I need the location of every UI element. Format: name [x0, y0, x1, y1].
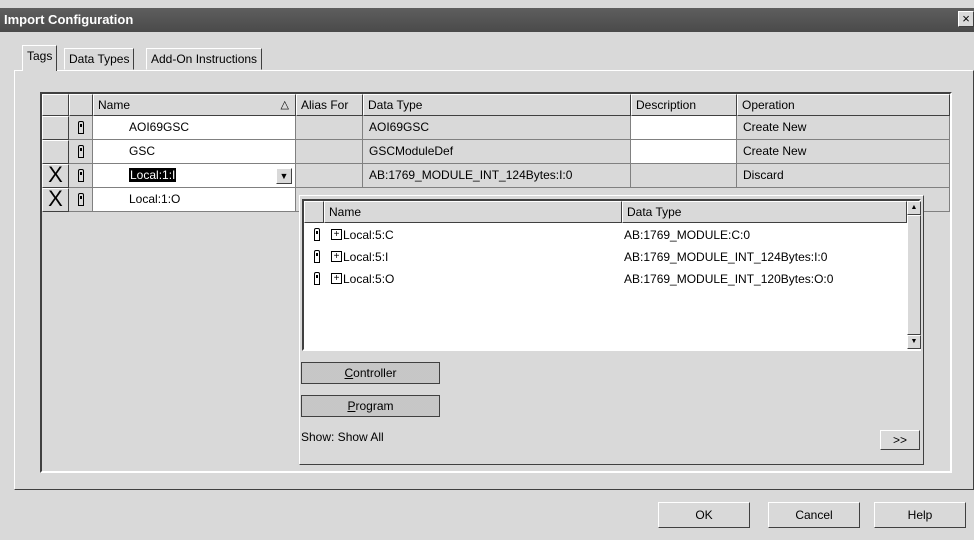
- scroll-down-icon[interactable]: ▼: [907, 335, 921, 349]
- column-header-alias-for[interactable]: Alias For: [296, 94, 363, 116]
- tab-tags[interactable]: Tags: [22, 45, 58, 71]
- popup-column-header-name[interactable]: Name: [324, 201, 622, 223]
- row-operation: Create New: [737, 140, 950, 164]
- tag-icon: [69, 188, 93, 212]
- program-label: rogram: [355, 399, 394, 413]
- row-alias-for: [296, 116, 363, 140]
- vertical-scrollbar[interactable]: ▲ ▼: [907, 201, 921, 349]
- title-bar: Import Configuration: [0, 8, 974, 32]
- tag-icon: [310, 246, 324, 268]
- column-header-data-type[interactable]: Data Type: [363, 94, 631, 116]
- row-alias-for: [296, 164, 363, 188]
- popup-column-header-data-type[interactable]: Data Type: [622, 201, 907, 223]
- row-selector-discard[interactable]: X: [42, 188, 69, 212]
- tag-browser-item-data-type: AB:1769_MODULE_INT_120Bytes:O:0: [624, 272, 834, 286]
- tag-icon: [69, 116, 93, 140]
- header-select-corner: [42, 94, 69, 116]
- expand-icon[interactable]: +: [331, 251, 342, 262]
- selected-name-text[interactable]: Local:1:I: [129, 168, 177, 182]
- tag-icon: [310, 268, 324, 290]
- tab-data-types[interactable]: Data Types: [64, 48, 135, 70]
- row-operation: Discard: [737, 164, 950, 188]
- row-selector-discard[interactable]: X: [42, 164, 69, 188]
- import-configuration-dialog: Import Configuration × Tags Data Types A…: [0, 0, 974, 540]
- tag-browser-item-name: Local:5:O: [343, 272, 395, 286]
- controller-mnemonic: C: [344, 366, 354, 380]
- tag-icon: [69, 164, 93, 188]
- close-button[interactable]: ×: [958, 11, 974, 27]
- row-name[interactable]: GSC: [93, 140, 296, 164]
- row-name[interactable]: Local:1:O: [93, 188, 296, 212]
- tag-browser-list: Name Data Type + Local:5:C AB:1769_MODUL…: [302, 199, 921, 351]
- tag-icon: [69, 140, 93, 164]
- tag-browser-item-data-type: AB:1769_MODULE_INT_124Bytes:I:0: [624, 250, 828, 264]
- column-header-name-label: Name: [98, 98, 131, 112]
- row-selector[interactable]: [42, 116, 69, 140]
- column-header-description[interactable]: Description: [631, 94, 737, 116]
- tag-browser-item-name: Local:5:C: [343, 228, 394, 242]
- column-header-operation[interactable]: Operation: [737, 94, 950, 116]
- row-description: [631, 164, 737, 188]
- column-header-name[interactable]: Name △: [93, 94, 296, 116]
- tag-browser-item[interactable]: + Local:5:C AB:1769_MODULE:C:0: [304, 224, 907, 246]
- program-button[interactable]: Program: [301, 395, 440, 417]
- row-data-type: GSCModuleDef: [363, 140, 631, 164]
- expand-icon[interactable]: +: [331, 273, 342, 284]
- tag-browser-item-name: Local:5:I: [343, 250, 389, 264]
- row-alias-for: [296, 140, 363, 164]
- sort-ascending-icon: △: [280, 99, 289, 111]
- program-mnemonic: P: [347, 399, 356, 413]
- more-button[interactable]: >>: [880, 430, 920, 450]
- help-button[interactable]: Help: [874, 502, 966, 528]
- tag-browser-item[interactable]: + Local:5:I AB:1769_MODULE_INT_124Bytes:…: [304, 246, 907, 268]
- scroll-thumb[interactable]: [907, 215, 921, 335]
- name-dropdown-button[interactable]: ▼: [276, 168, 292, 184]
- window-title: Import Configuration: [4, 12, 134, 27]
- ok-button[interactable]: OK: [658, 502, 750, 528]
- tag-browser-item[interactable]: + Local:5:O AB:1769_MODULE_INT_120Bytes:…: [304, 268, 907, 290]
- show-filter-label: Show: Show All: [301, 430, 384, 444]
- row-operation: Create New: [737, 116, 950, 140]
- controller-label: ontroller: [353, 366, 397, 380]
- scroll-up-icon[interactable]: ▲: [907, 201, 921, 215]
- cancel-button[interactable]: Cancel: [768, 502, 860, 528]
- tag-browser-popup: Name Data Type + Local:5:C AB:1769_MODUL…: [299, 195, 924, 465]
- row-selector[interactable]: [42, 140, 69, 164]
- row-description[interactable]: [631, 140, 737, 164]
- tag-icon: [310, 224, 324, 246]
- row-data-type: AB:1769_MODULE_INT_124Bytes:I:0: [363, 164, 631, 188]
- controller-button[interactable]: Controller: [301, 362, 440, 384]
- row-description[interactable]: [631, 116, 737, 140]
- row-name-editor[interactable]: Local:1:I: [93, 164, 296, 188]
- row-data-type: AOI69GSC: [363, 116, 631, 140]
- expand-icon[interactable]: +: [331, 229, 342, 240]
- tab-add-on-instructions[interactable]: Add-On Instructions: [146, 48, 263, 70]
- popup-header-icon: [304, 201, 324, 223]
- header-icon: [69, 94, 93, 116]
- tag-browser-item-data-type: AB:1769_MODULE:C:0: [624, 228, 751, 242]
- row-name[interactable]: AOI69GSC: [93, 116, 296, 140]
